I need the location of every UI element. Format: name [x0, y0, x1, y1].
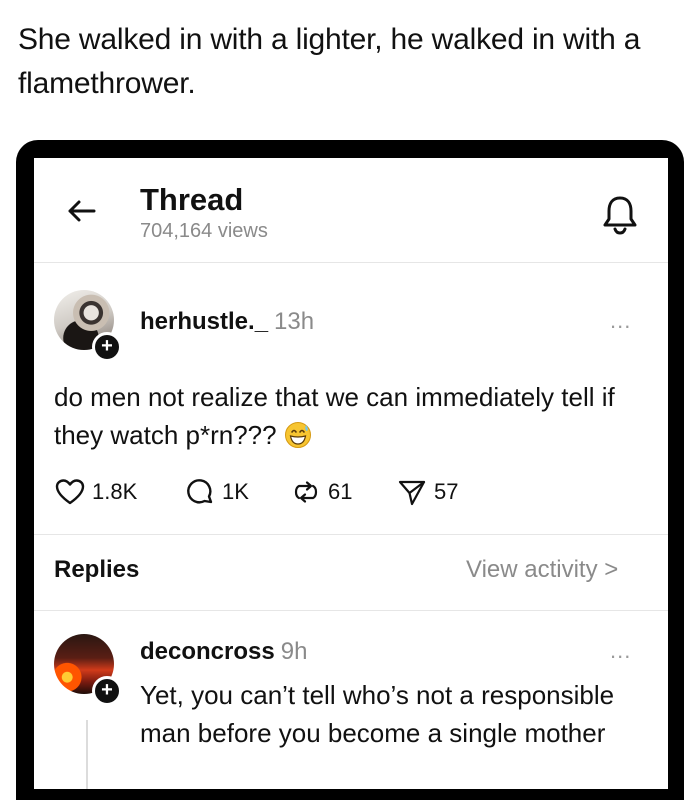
back-arrow-icon[interactable] — [64, 194, 98, 228]
more-options-icon[interactable]: ... — [610, 638, 631, 664]
post-username[interactable]: herhustle._ — [140, 308, 268, 335]
like-count: 1.8K — [92, 479, 138, 504]
post-author-row: herhustle._ 13h — [140, 308, 314, 336]
post-body: do men not realize that we can immediate… — [54, 378, 654, 454]
actions-divider — [34, 534, 668, 535]
reply-username[interactable]: deconcross — [140, 638, 275, 665]
comment-icon — [187, 479, 213, 504]
comment-count: 1K — [222, 479, 249, 504]
heart-icon — [55, 479, 85, 505]
post-text: do men not realize that we can immediate… — [54, 382, 615, 450]
replies-divider — [34, 610, 668, 611]
repost-count: 61 — [328, 479, 353, 504]
bell-icon[interactable] — [600, 192, 640, 236]
views-count: 704,164 views — [140, 220, 268, 242]
follow-plus-icon[interactable]: + — [92, 676, 122, 706]
post-timestamp: 13h — [274, 308, 315, 335]
view-activity-link[interactable]: View activity > — [466, 556, 618, 584]
post-actions: 1.8K 1K 61 57 — [54, 476, 654, 510]
meme-caption: She walked in with a lighter, he walked … — [18, 23, 641, 100]
reply-text: Yet, you can’t tell who’s not a responsi… — [140, 680, 615, 748]
repost-icon — [294, 481, 318, 503]
send-icon — [398, 480, 426, 506]
replies-heading: Replies — [54, 556, 140, 583]
share-count: 57 — [434, 479, 459, 504]
threads-screen: Thread 704,164 views + herhustle._ 13h ..… — [34, 158, 668, 789]
page-title: Thread — [140, 182, 244, 217]
grinning-sweat-emoji-icon — [284, 422, 311, 448]
share-button[interactable]: 57 — [396, 476, 458, 508]
thread-line — [86, 720, 88, 789]
comment-button[interactable]: 1K — [184, 476, 249, 508]
follow-plus-icon[interactable]: + — [92, 332, 122, 362]
more-options-icon[interactable]: ... — [610, 308, 631, 334]
like-button[interactable]: 1.8K — [54, 476, 137, 508]
header-divider — [34, 262, 668, 263]
repost-button[interactable]: 61 — [290, 476, 352, 508]
reply-author-row: deconcross 9h — [140, 638, 307, 666]
reply-timestamp: 9h — [280, 638, 308, 665]
